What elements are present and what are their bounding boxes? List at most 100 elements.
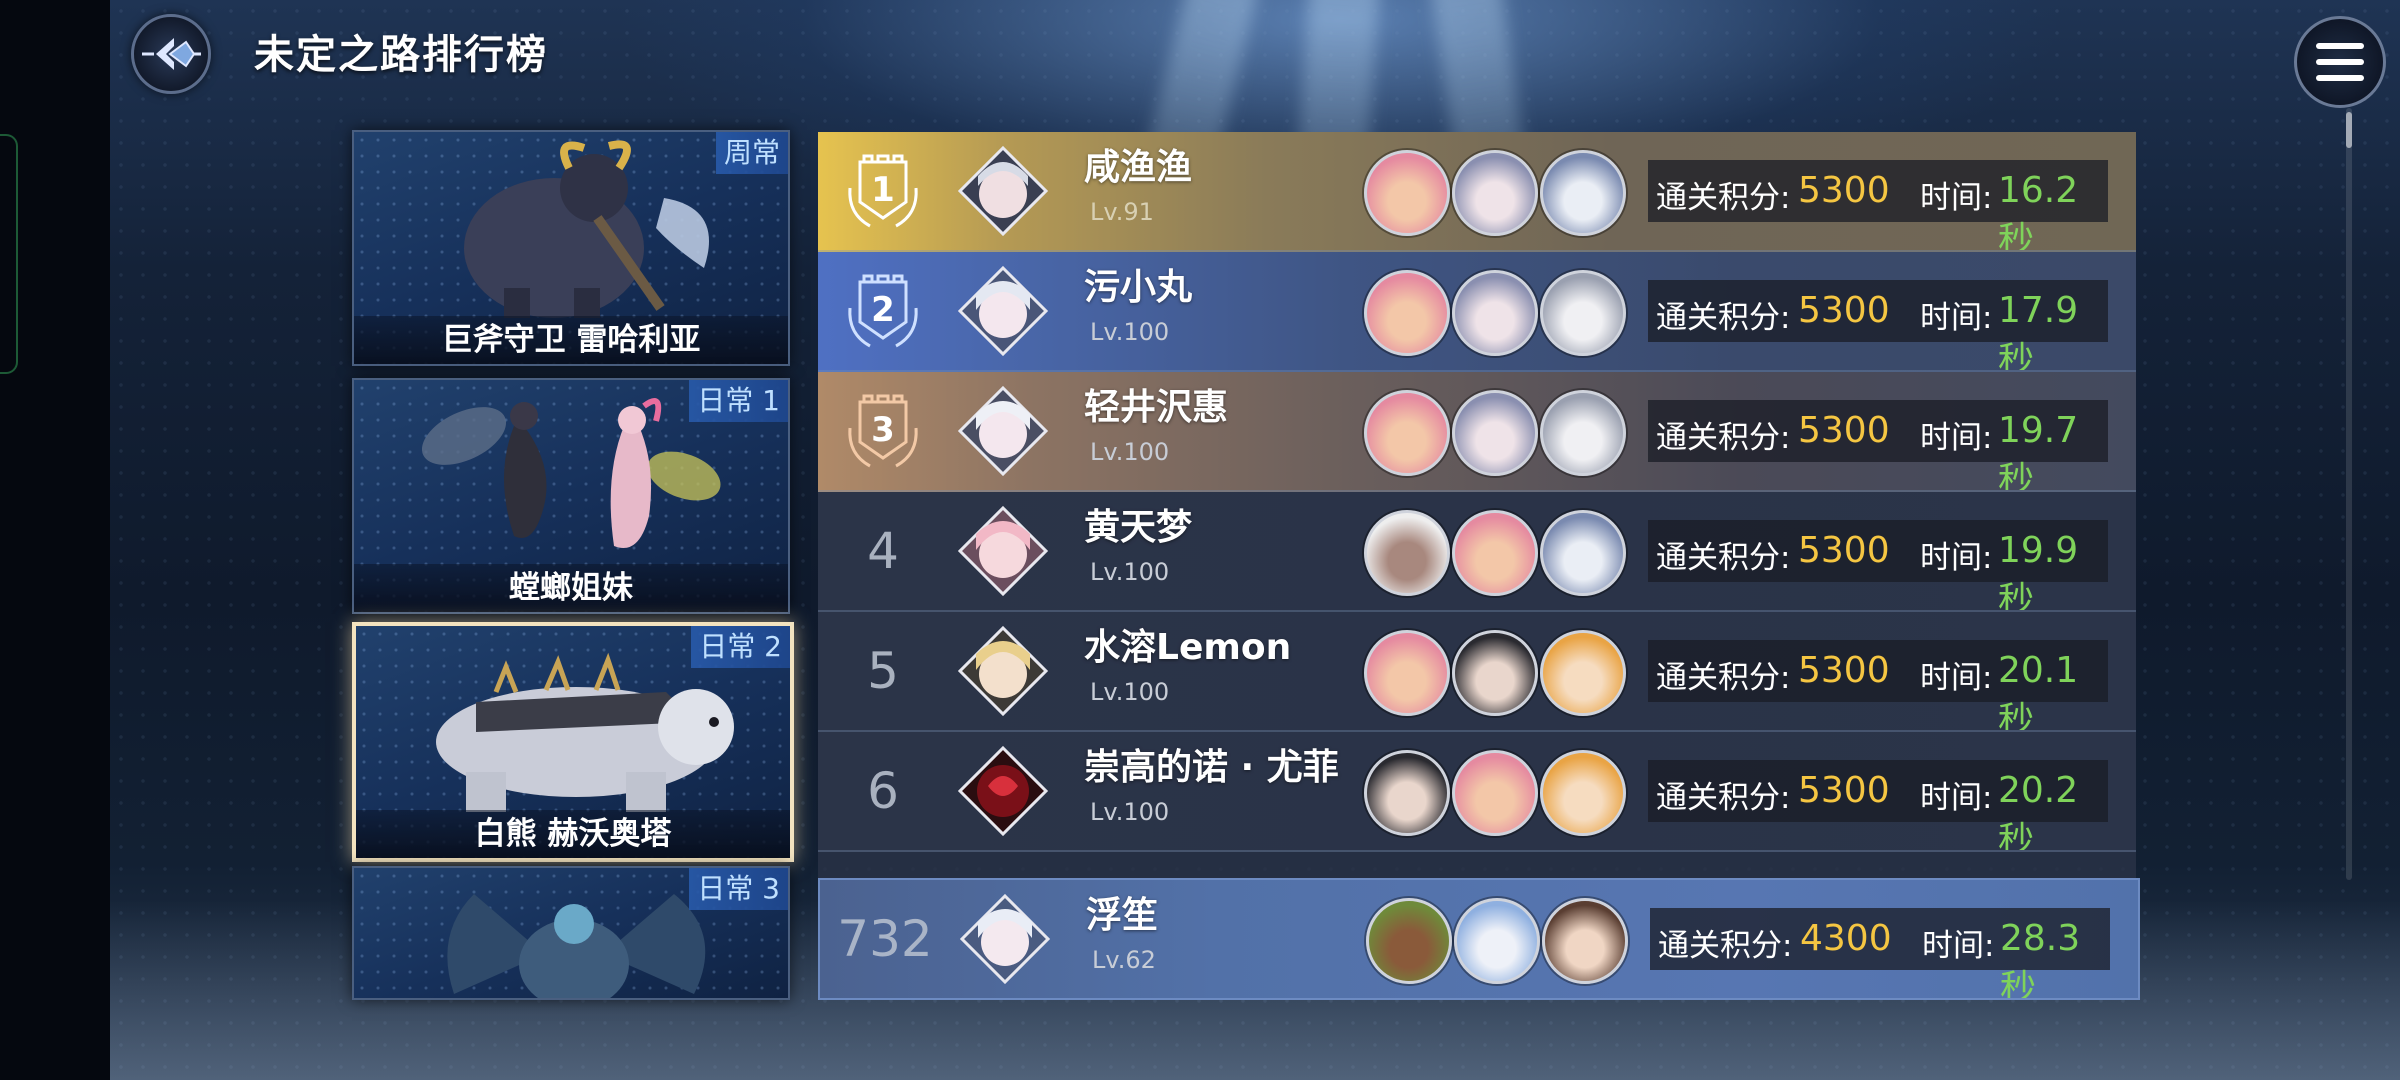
leaderboard-row-rank-4[interactable]: 4 黄天梦 Lv.100 通关积分: 5300 时间: 19.9秒 [818, 492, 2136, 612]
time-label: 时间: [1922, 928, 1995, 964]
player-name: 浮笙 [1086, 895, 1159, 936]
player-level: Lv.100 [1090, 318, 1170, 346]
player-name: 咸渔渔 [1084, 147, 1193, 188]
team-member-avatar [1540, 750, 1626, 836]
stats-box: 通关积分: 5300 时间: 17.9秒 [1648, 280, 2108, 370]
rank-number: 5 [867, 642, 899, 700]
leaderboard-row-rank-5[interactable]: 5 水溶Lemon Lv.100 通关积分: 5300 时间: 20.1秒 [818, 612, 2136, 732]
time-label: 时间: [1920, 780, 1993, 816]
clear-score: 5300 [1798, 290, 1890, 331]
clear-score: 5300 [1798, 530, 1890, 571]
team-member-avatar [1454, 898, 1540, 984]
score-label: 通关积分: [1656, 420, 1791, 456]
stats-box: 通关积分: 4300 时间: 28.3秒 [1650, 908, 2110, 998]
rank-number: 4 [867, 522, 899, 580]
leaderboard-row-rank-6[interactable]: 6 崇高的诺 · 尤菲 Lv.100 通关积分: 5300 时间: 20.2秒 [818, 732, 2136, 852]
clear-score: 5300 [1798, 650, 1890, 691]
rank-badge-icon: 3 [840, 388, 926, 474]
rank-number: 6 [867, 762, 899, 820]
clear-time: 20.2秒 [1998, 770, 2079, 852]
player-avatar [958, 146, 1048, 236]
boss-card-daily-2[interactable]: 日常 2 白熊 赫沃奥塔 [352, 622, 794, 862]
team-member-avatar [1364, 630, 1450, 716]
my-rank-row[interactable]: 732 浮笙 Lv.62 通关积分: 4300 时间: 28.3秒 [818, 878, 2140, 1000]
clear-time: 20.1秒 [1998, 650, 2079, 732]
back-button[interactable] [122, 14, 220, 94]
boss-tag: 日常 2 [691, 626, 790, 668]
team-member-avatar [1366, 898, 1452, 984]
player-name: 黄天梦 [1084, 507, 1193, 548]
leaderboard-row-rank-3[interactable]: 3 轻井沢惠 Lv.100 通关积分: 5300 时间: 19.7秒 [818, 372, 2136, 492]
score-label: 通关积分: [1656, 540, 1791, 576]
boss-card-daily-3[interactable]: 日常 3 [352, 866, 790, 1000]
scrollbar-thumb[interactable] [2346, 112, 2352, 148]
rank-number: 2 [871, 290, 895, 330]
leaderboard-scrollbar[interactable] [2346, 108, 2352, 880]
team-avatars [1364, 510, 1628, 596]
device-bezel-indicator [0, 134, 18, 374]
team-avatars [1366, 898, 1630, 984]
player-name: 轻井沢惠 [1084, 387, 1229, 428]
team-member-avatar [1540, 150, 1626, 236]
page-title: 未定之路排行榜 [254, 32, 548, 78]
team-member-avatar [1452, 510, 1538, 596]
team-member-avatar [1542, 898, 1628, 984]
rank-number: 3 [871, 410, 895, 450]
team-avatars [1364, 630, 1628, 716]
player-level: Lv.100 [1090, 438, 1170, 466]
team-member-avatar [1540, 630, 1626, 716]
team-member-avatar [1452, 630, 1538, 716]
boss-tag: 日常 1 [689, 380, 788, 422]
time-label: 时间: [1920, 300, 1993, 336]
team-member-avatar [1452, 150, 1538, 236]
team-member-avatar [1540, 390, 1626, 476]
score-label: 通关积分: [1658, 928, 1793, 964]
stats-box: 通关积分: 5300 时间: 19.9秒 [1648, 520, 2108, 610]
team-avatars [1364, 390, 1628, 476]
score-label: 通关积分: [1656, 660, 1791, 696]
player-level: Lv.62 [1092, 946, 1156, 974]
boss-card-weekly[interactable]: 周常 巨斧守卫 雷哈利亚 [352, 130, 790, 366]
player-avatar [958, 746, 1048, 836]
clear-score: 5300 [1798, 170, 1890, 211]
time-label: 时间: [1920, 180, 1993, 216]
clear-score: 5300 [1798, 770, 1890, 811]
time-label: 时间: [1920, 660, 1993, 696]
clear-time: 16.2秒 [1998, 170, 2079, 252]
clear-time: 19.9秒 [1998, 530, 2079, 612]
clear-time: 19.7秒 [1998, 410, 2079, 492]
clear-score: 5300 [1798, 410, 1890, 451]
team-member-avatar [1364, 510, 1450, 596]
team-member-avatar [1364, 150, 1450, 236]
player-name: 污小丸 [1084, 267, 1193, 308]
team-member-avatar [1452, 270, 1538, 356]
player-level: Lv.100 [1090, 798, 1170, 826]
boss-name: 白熊 赫沃奥塔 [356, 810, 790, 858]
boss-card-daily-1[interactable]: 日常 1 螳螂姐妹 [352, 378, 790, 614]
time-label: 时间: [1920, 540, 1993, 576]
score-label: 通关积分: [1656, 180, 1791, 216]
menu-button[interactable] [2294, 16, 2386, 108]
stats-box: 通关积分: 5300 时间: 20.2秒 [1648, 760, 2108, 850]
clear-time: 28.3秒 [2000, 918, 2081, 1000]
rank-number: 732 [837, 910, 933, 968]
leaderboard-row-rank-2[interactable]: 2 污小丸 Lv.100 通关积分: 5300 时间: 17.9秒 [818, 252, 2136, 372]
team-member-avatar [1540, 270, 1626, 356]
player-avatar [958, 506, 1048, 596]
team-member-avatar [1452, 750, 1538, 836]
boss-art-axe-guardian [464, 140, 709, 318]
leaderboard-row-rank-1[interactable]: 1 咸渔渔 Lv.91 通关积分: 5300 时间: 16.2秒 [818, 132, 2136, 252]
clear-score: 4300 [1800, 918, 1892, 959]
clear-time: 17.9秒 [1998, 290, 2079, 372]
boss-name: 巨斧守卫 雷哈利亚 [354, 316, 788, 364]
boss-name: 螳螂姐妹 [354, 564, 788, 612]
player-avatar [958, 266, 1048, 356]
back-arrow-icon [131, 14, 211, 94]
rank-badge-icon: 2 [840, 268, 926, 354]
team-avatars [1364, 270, 1628, 356]
player-name: 崇高的诺 · 尤菲 [1084, 747, 1339, 788]
player-avatar [958, 626, 1048, 716]
rank-number: 1 [871, 170, 895, 210]
time-label: 时间: [1920, 420, 1993, 456]
player-level: Lv.100 [1090, 678, 1170, 706]
